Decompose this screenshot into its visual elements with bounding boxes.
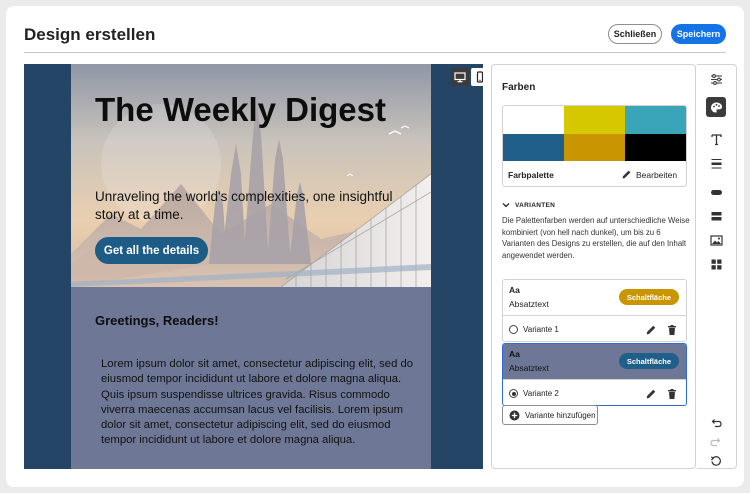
image-tool[interactable]	[706, 230, 726, 250]
add-variant-label: Variante hinzufügen	[525, 410, 596, 420]
variant-button-sample: Schaltfläche	[618, 353, 679, 369]
variant-name: Variante 1	[523, 325, 559, 334]
button-tool[interactable]	[706, 182, 726, 202]
variant-radio[interactable]	[509, 325, 518, 334]
edit-variant-button[interactable]	[645, 323, 657, 341]
mobile-view-button[interactable]	[471, 68, 483, 86]
pencil-icon	[646, 325, 656, 335]
email-preview: The Weekly Digest Unraveling the world's…	[71, 64, 431, 469]
palette-card[interactable]: Farbpalette Bearbeiten	[502, 105, 687, 187]
add-variant-button[interactable]: Variante hinzufügen	[502, 405, 598, 425]
variants-description: Die Palettenfarben werden auf unterschie…	[502, 216, 690, 260]
trash-icon	[668, 389, 676, 399]
variant-name: Variante 2	[523, 389, 559, 398]
preview-canvas: The Weekly Digest Unraveling the world's…	[24, 64, 483, 469]
mobile-icon	[476, 71, 483, 83]
swatch-3	[625, 106, 686, 134]
delete-variant-button[interactable]	[666, 387, 678, 405]
edit-palette-label: Bearbeiten	[636, 169, 678, 180]
variants-heading: VARIANTEN	[515, 201, 556, 209]
color-palette-tool[interactable]	[706, 97, 726, 117]
variant-footer: Variante 2	[503, 379, 686, 405]
pencil-icon	[622, 170, 631, 179]
redo-button[interactable]	[706, 432, 726, 452]
swatch-6	[625, 133, 686, 161]
cta-button[interactable]: Get all the details	[95, 237, 208, 264]
trash-icon	[668, 325, 676, 335]
close-button[interactable]: Schließen	[608, 24, 662, 44]
variant-card-1[interactable]: Aa Absatztext Schaltfläche Variante 1	[502, 279, 687, 342]
page-title: Design erstellen	[24, 25, 156, 44]
redo-icon	[710, 438, 721, 447]
chevron-down-icon	[502, 203, 510, 208]
palette-label: Farbpalette	[508, 170, 554, 180]
undo-icon	[711, 419, 722, 428]
settings-tool[interactable]	[706, 69, 726, 89]
hero-section: The Weekly Digest Unraveling the world's…	[71, 64, 431, 287]
header-divider	[24, 52, 726, 53]
email-body-section: Greetings, Readers! Lorem ipsum dolor si…	[71, 287, 431, 469]
settings-sliders-icon	[710, 73, 722, 85]
device-toggle	[451, 68, 483, 86]
variant-heading-sample: Aa	[509, 349, 520, 359]
design-dialog: Design erstellen Schließen Speichern The…	[6, 6, 744, 487]
variant-radio[interactable]	[509, 389, 518, 398]
variant-preview: Aa Absatztext Schaltfläche	[503, 344, 686, 379]
reset-icon	[710, 456, 721, 466]
text-tool[interactable]	[706, 129, 726, 149]
image-icon	[709, 234, 723, 246]
structure-icon	[711, 211, 721, 220]
structure-tool[interactable]	[706, 206, 726, 226]
variant-heading-sample: Aa	[509, 285, 520, 295]
divider-tool[interactable]	[706, 153, 726, 173]
variants-toggle[interactable]: VARIANTEN	[502, 201, 555, 209]
tool-rail	[697, 64, 737, 469]
palette-swatches	[503, 106, 686, 161]
components-tool[interactable]	[706, 254, 726, 274]
body-paragraph: Lorem ipsum dolor sit amet, consectetur …	[101, 358, 414, 447]
divider-icon	[711, 158, 721, 168]
color-palette-icon	[710, 102, 722, 112]
hero-subtitle: Unraveling the world's complexities, one…	[95, 189, 393, 222]
undo-button[interactable]	[706, 413, 726, 433]
button-icon	[710, 189, 722, 195]
swatch-4	[503, 133, 564, 161]
edit-palette-button[interactable]: Bearbeiten	[621, 169, 677, 180]
panel-title: Farben	[502, 82, 536, 93]
variant-body-sample: Absatztext	[509, 363, 549, 373]
swatch-5	[564, 133, 625, 161]
variant-footer: Variante 1	[503, 315, 686, 341]
pencil-icon	[646, 389, 656, 399]
colors-panel: Farben Farbpalette Bearbeiten VARIANTEN …	[491, 64, 696, 469]
components-icon	[711, 259, 721, 269]
variant-button-sample: Schaltfläche	[618, 289, 679, 305]
greeting-heading: Greetings, Readers!	[95, 313, 219, 328]
add-circle-icon	[509, 410, 520, 420]
swatch-1	[503, 106, 564, 134]
reset-button[interactable]	[706, 451, 726, 471]
edit-variant-button[interactable]	[645, 387, 657, 405]
variant-card-2[interactable]: Aa Absatztext Schaltfläche Variante 2	[502, 343, 687, 406]
swatch-2	[564, 106, 625, 134]
desktop-view-button[interactable]	[451, 68, 469, 86]
variant-body-sample: Absatztext	[509, 299, 549, 309]
delete-variant-button[interactable]	[666, 323, 678, 341]
desktop-icon	[454, 72, 466, 83]
hero-title: The Weekly Digest	[95, 91, 386, 128]
save-button[interactable]: Speichern	[671, 24, 726, 44]
variant-preview: Aa Absatztext Schaltfläche	[503, 280, 686, 315]
text-icon	[710, 133, 722, 145]
dialog-header: Design erstellen Schließen Speichern	[6, 6, 744, 54]
